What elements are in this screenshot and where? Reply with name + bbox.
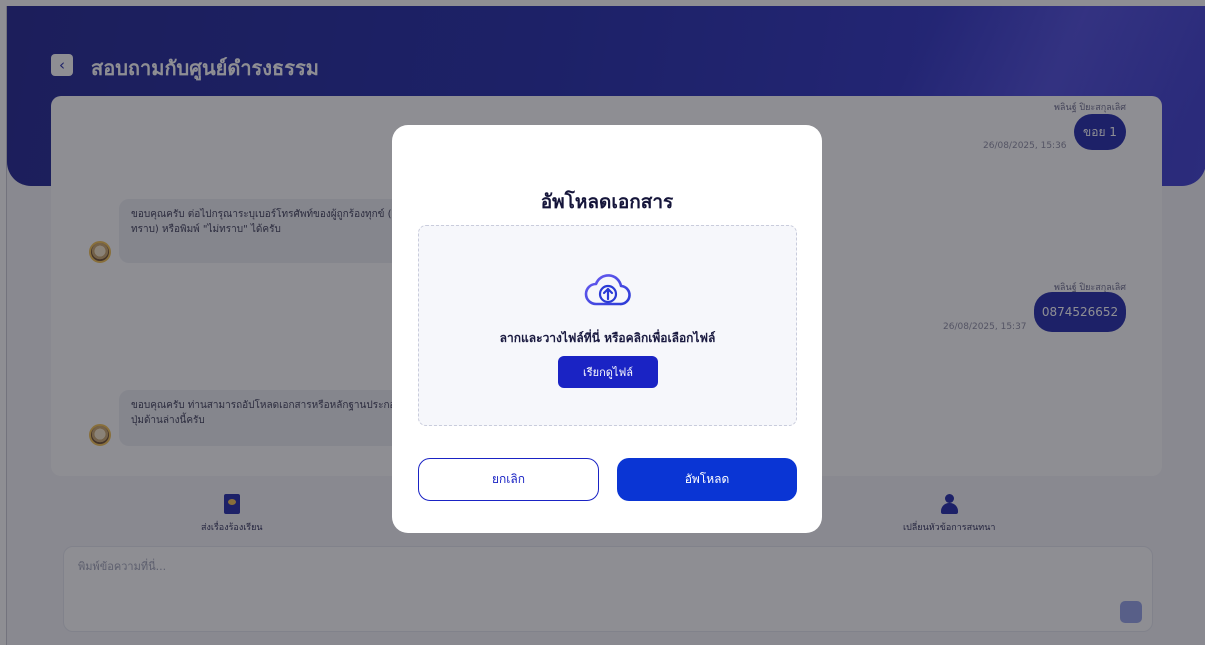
dialog-title: อัพโหลดเอกสาร	[540, 191, 674, 213]
file-dropzone[interactable]: ลากและวางไฟล์ที่นี่ หรือคลิกเพื่อเลือกไฟ…	[418, 225, 797, 426]
upload-button[interactable]: อัพโหลด	[617, 458, 797, 501]
cloud-upload-icon	[584, 274, 631, 306]
cancel-button[interactable]: ยกเลิก	[418, 458, 599, 501]
upload-dialog: อัพโหลดเอกสาร ลากและวางไฟล์ที่นี่ หรือคล…	[392, 125, 822, 533]
browse-files-button[interactable]: เรียกดูไฟล์	[558, 356, 658, 388]
dropzone-instruction: ลากและวางไฟล์ที่นี่ หรือคลิกเพื่อเลือกไฟ…	[499, 331, 716, 345]
